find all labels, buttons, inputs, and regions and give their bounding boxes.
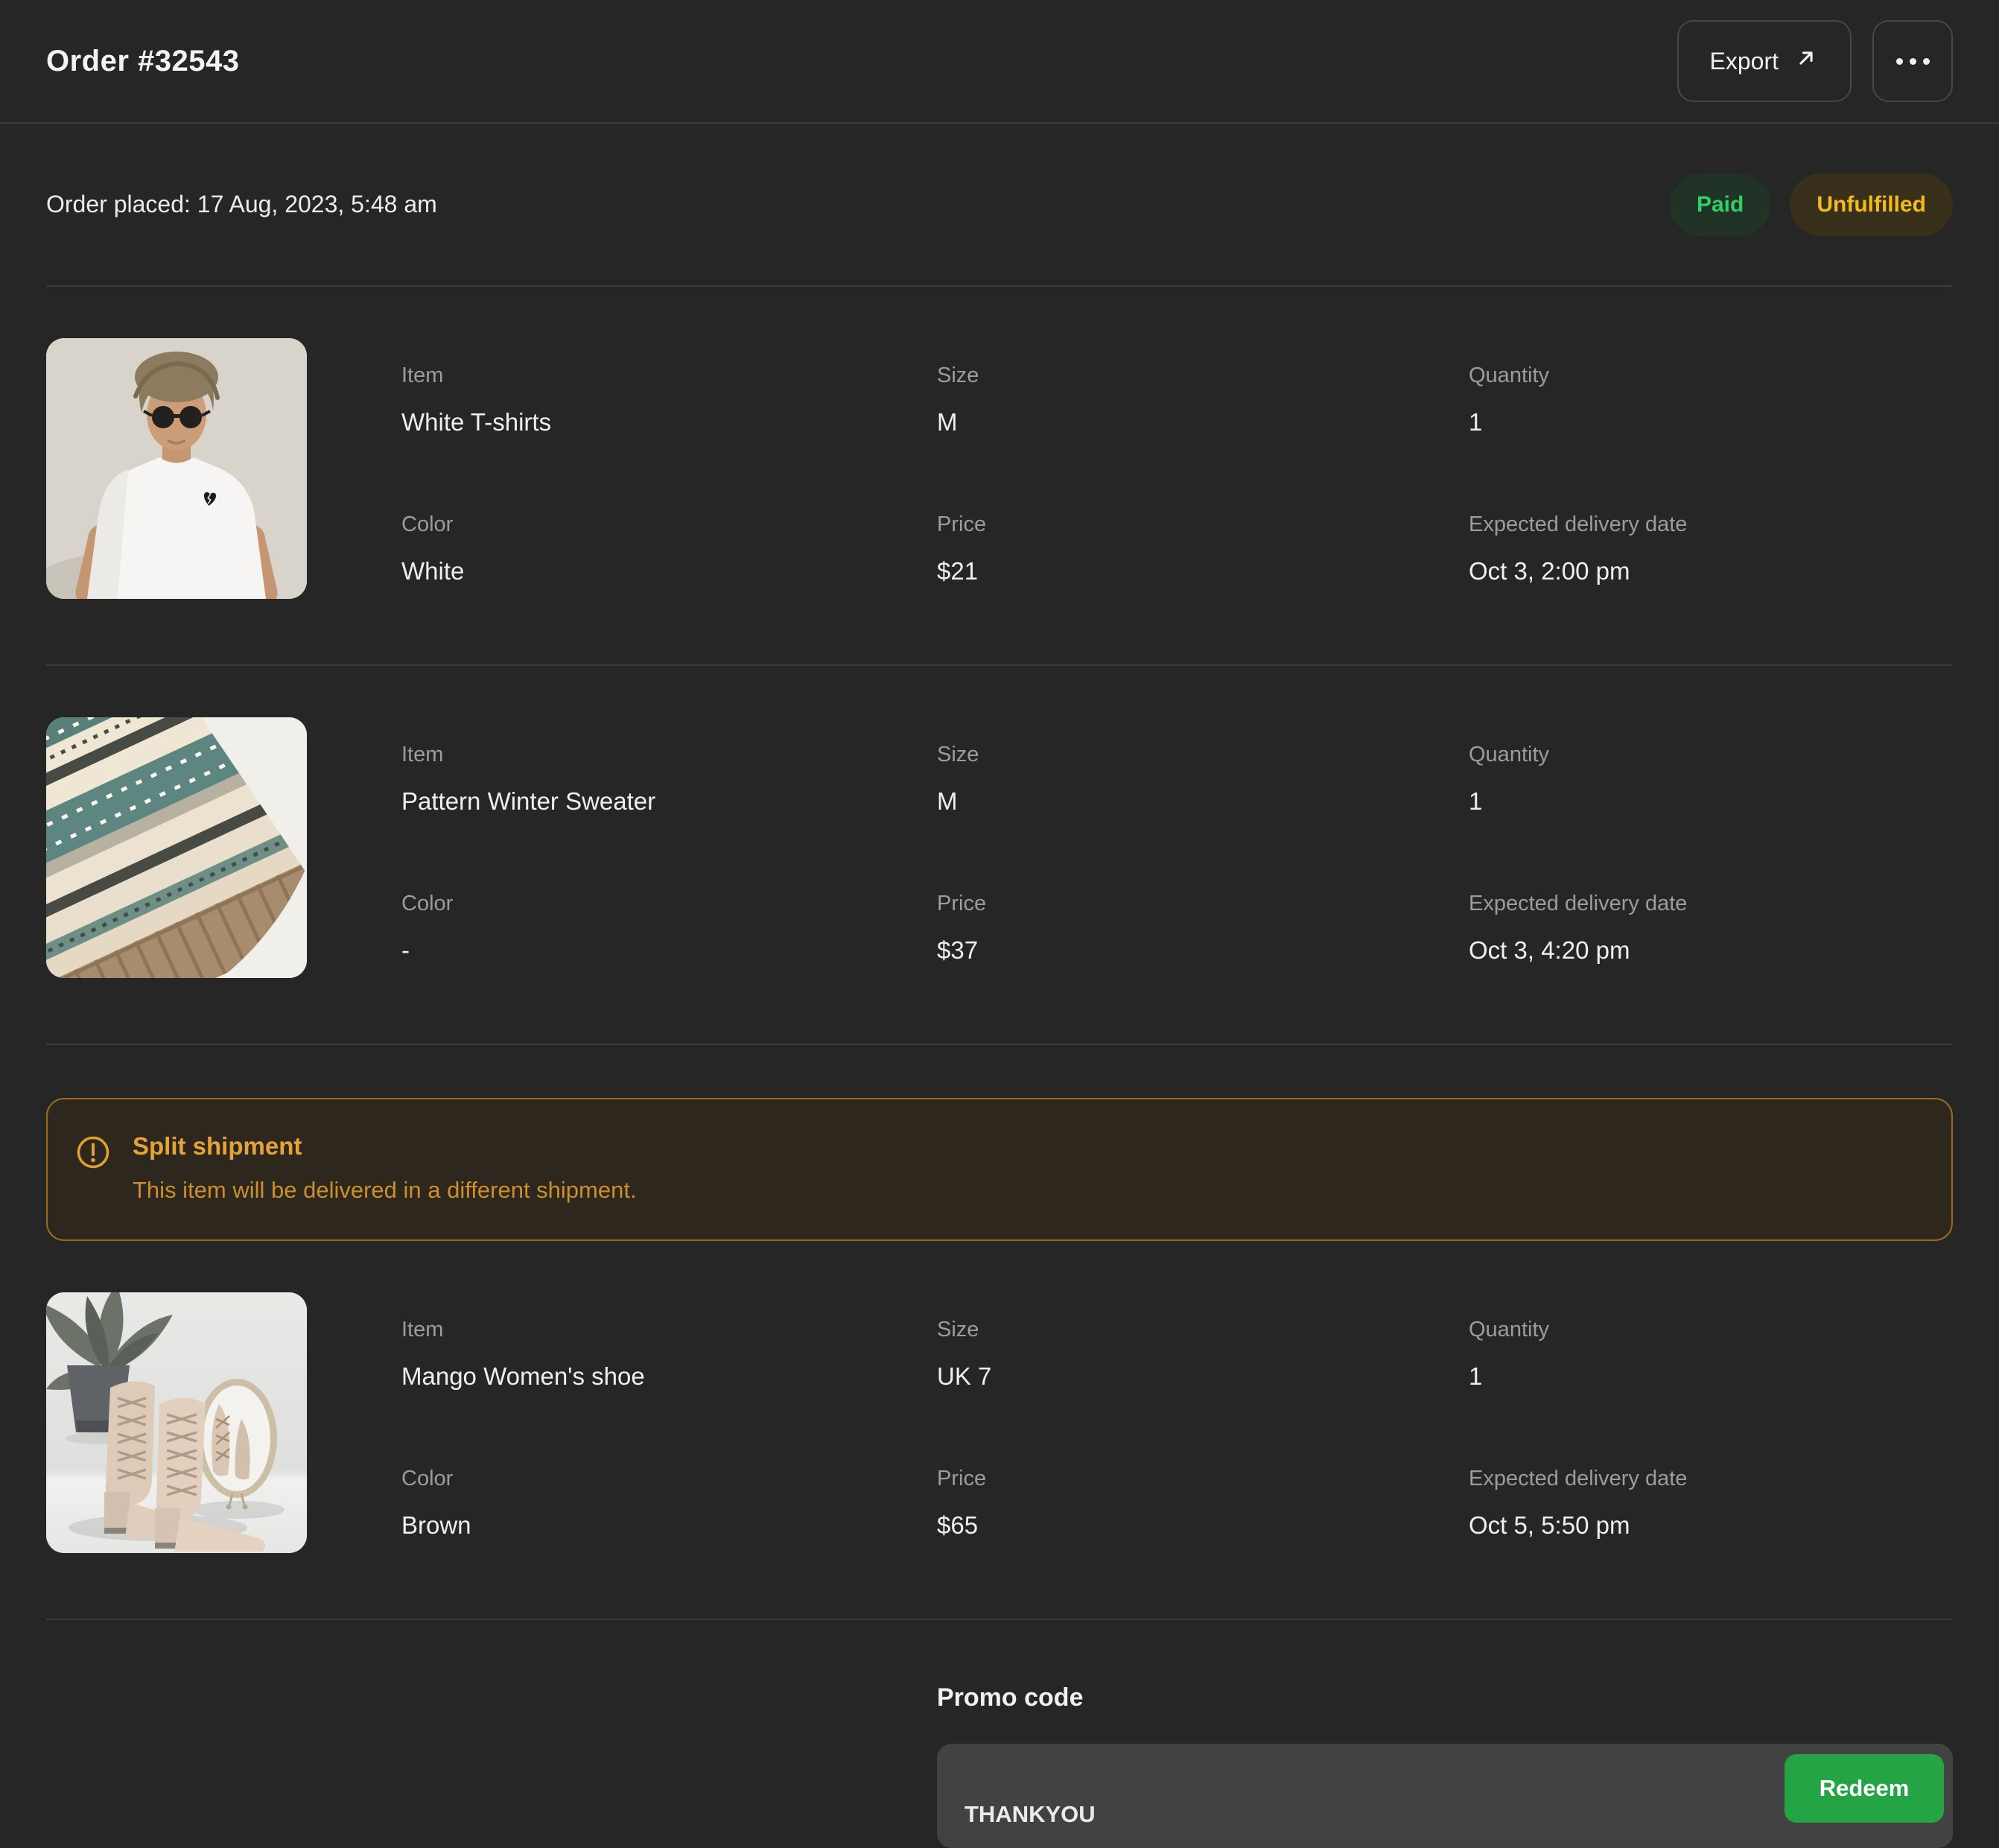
page-title: Order #32543 [46,45,240,78]
field-label-item: Item [401,740,937,769]
field-label-color: Color [401,889,937,918]
ellipsis-icon [1896,58,1903,65]
field-label-size: Size [937,1315,1469,1344]
field-label-quantity: Quantity [1469,1315,1953,1344]
alert-circle-icon [76,1135,110,1169]
paid-badge: Paid [1670,174,1770,236]
alert-message: This item will be delivered in a differe… [133,1177,637,1204]
field-label-color: Color [401,510,937,539]
redeem-button[interactable]: Redeem [1785,1754,1944,1823]
promo-heading: Promo code [937,1683,1953,1712]
field-value-item: Pattern Winter Sweater [401,785,937,818]
promo-code-input-wrapper: Redeem [937,1744,1953,1848]
order-detail-page: { "header": { "title": "Order #32543", "… [0,0,1999,1803]
field-label-color: Color [401,1464,937,1493]
export-button[interactable]: Export [1677,20,1852,102]
field-label-delivery: Expected delivery date [1469,889,1953,918]
field-label-price: Price [937,1464,1469,1493]
field-value-color: - [401,934,937,967]
unfulfilled-badge-label: Unfulfilled [1817,192,1926,217]
field-value-delivery: Oct 3, 2:00 pm [1469,555,1953,588]
alert-title: Split shipment [133,1132,637,1160]
field-label-quantity: Quantity [1469,361,1953,390]
arrow-up-right-icon [1793,45,1819,77]
split-shipment-alert: Split shipment This item will be deliver… [46,1098,1953,1241]
field-value-quantity: 1 [1469,785,1953,818]
field-value-color: White [401,555,937,588]
field-label-price: Price [937,889,1469,918]
paid-badge-label: Paid [1697,192,1744,217]
status-badges: Paid Unfulfilled [1670,174,1953,236]
field-value-quantity: 1 [1469,406,1953,439]
field-value-item: Mango Women's shoe [401,1360,937,1393]
more-options-button[interactable] [1872,20,1953,102]
field-value-item: White T-shirts [401,406,937,439]
field-label-size: Size [937,740,1469,769]
field-value-size: M [937,406,1469,439]
white-t-shirts-photo [46,338,307,599]
field-value-quantity: 1 [1469,1360,1953,1393]
field-label-item: Item [401,1315,937,1344]
divider [46,1619,1953,1620]
field-label-quantity: Quantity [1469,740,1953,769]
field-value-price: $37 [937,934,1469,967]
field-label-price: Price [937,510,1469,539]
unfulfilled-badge: Unfulfilled [1790,174,1953,236]
field-value-size: M [937,785,1469,818]
mango-womens-shoe-photo [46,1292,307,1553]
product-row-pattern-winter-sweater: Item Pattern Winter Sweater Color - Size… [0,666,1999,1044]
order-meta: Order placed: 17 Aug, 2023, 5:48 am Paid… [0,124,1999,285]
field-label-size: Size [937,361,1469,390]
order-placed-text: Order placed: 17 Aug, 2023, 5:48 am [46,191,437,218]
field-value-delivery: Oct 5, 5:50 pm [1469,1509,1953,1542]
field-label-item: Item [401,361,937,390]
header: Order #32543 Export [0,0,1999,124]
divider [46,1044,1953,1045]
field-value-size: UK 7 [937,1360,1469,1393]
promo-section: Promo code Redeem [0,1683,1999,1848]
redeem-button-label: Redeem [1820,1775,1910,1802]
pattern-winter-sweater-photo [46,717,307,978]
field-label-delivery: Expected delivery date [1469,1464,1953,1493]
product-row-mango-womens-shoe: Item Mango Women's shoe Color Brown Size… [0,1241,1999,1619]
field-value-price: $21 [937,555,1469,588]
field-label-delivery: Expected delivery date [1469,510,1953,539]
header-actions: Export [1677,20,1953,102]
export-button-label: Export [1710,48,1779,75]
field-value-delivery: Oct 3, 4:20 pm [1469,934,1953,967]
field-value-color: Brown [401,1509,937,1542]
product-row-white-tshirts: Item White T-shirts Color White Size M P… [0,287,1999,664]
field-value-price: $65 [937,1509,1469,1542]
